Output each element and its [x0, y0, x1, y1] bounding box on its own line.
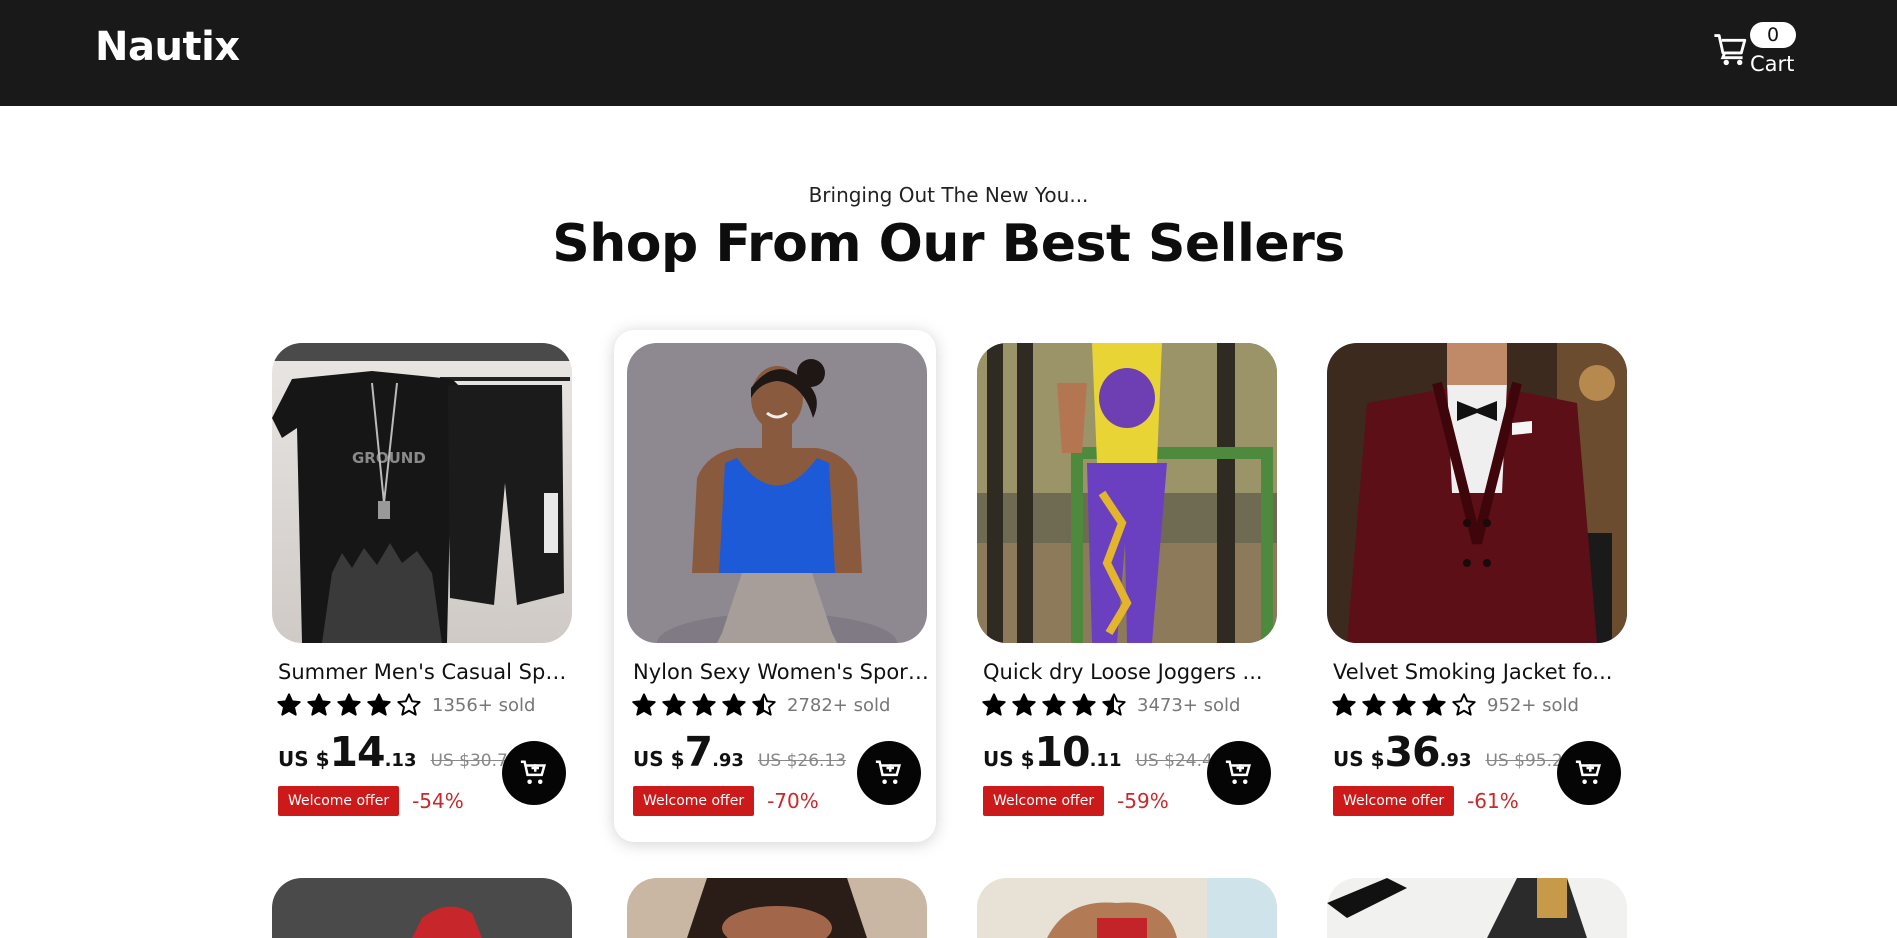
product-image[interactable] [627, 343, 927, 643]
add-to-cart-button[interactable] [502, 741, 566, 805]
rating-stars [1331, 692, 1477, 718]
product-rating: 952+ sold [1331, 690, 1579, 720]
offer-row: Welcome offer -54% [278, 786, 464, 816]
star-full-icon [1362, 693, 1386, 716]
product-card[interactable]: Velvet Smoking Jacket fo... 952+ sold US… [1314, 330, 1636, 842]
product-price: US $ 10 .11 US $24.42 [983, 728, 1224, 778]
product-rating: 2782+ sold [631, 690, 890, 720]
brand-logo[interactable]: Nautix [95, 24, 240, 70]
add-to-cart-icon [1225, 760, 1252, 784]
welcome-offer-badge: Welcome offer [983, 786, 1105, 816]
price-decimal: .13 [384, 750, 417, 771]
price-currency: US $ [278, 747, 330, 771]
star-empty-icon [397, 693, 421, 716]
discount-percent: -54% [412, 789, 464, 813]
product-image-next-row[interactable] [1327, 878, 1627, 938]
product-title[interactable]: Summer Men's Casual Spor... [278, 660, 574, 684]
star-full-icon [1042, 693, 1066, 716]
star-full-icon [1332, 693, 1356, 716]
star-full-icon [982, 693, 1006, 716]
rating-stars [981, 692, 1127, 718]
top-navbar: Nautix 0 Cart [0, 0, 1897, 106]
welcome-offer-badge: Welcome offer [1333, 786, 1455, 816]
offer-row: Welcome offer -70% [633, 786, 819, 816]
sold-count: 1356+ sold [432, 694, 536, 716]
price-decimal: .93 [712, 750, 744, 771]
star-full-icon [632, 693, 656, 716]
cart-label: Cart [1750, 52, 1795, 76]
price-integer: 10 [1034, 728, 1091, 776]
sold-count: 952+ sold [1487, 694, 1579, 716]
product-title[interactable]: Velvet Smoking Jacket fo... [1333, 660, 1629, 684]
cart-button[interactable]: 0 Cart [1712, 22, 1812, 82]
star-full-icon [662, 693, 686, 716]
price-decimal: .93 [1439, 750, 1472, 771]
discount-percent: -61% [1467, 789, 1519, 813]
product-image[interactable] [977, 343, 1277, 643]
welcome-offer-badge: Welcome offer [633, 786, 755, 816]
star-full-icon [307, 693, 331, 716]
add-to-cart-icon [875, 760, 902, 784]
product-image-next-row[interactable] [272, 878, 572, 938]
product-price: US $ 36 .93 US $95.25 [1333, 728, 1574, 778]
product-image-next-row[interactable] [977, 878, 1277, 938]
add-to-cart-button[interactable] [1207, 741, 1271, 805]
cart-count-badge: 0 [1750, 22, 1796, 48]
rating-stars [276, 692, 422, 718]
product-price: US $ 14 .13 US $30.72 [278, 728, 519, 778]
star-full-icon [1392, 693, 1416, 716]
product-title[interactable]: Quick dry Loose Joggers ... [983, 660, 1279, 684]
star-full-icon [692, 693, 716, 716]
add-to-cart-button[interactable] [1557, 741, 1621, 805]
star-half-icon [1102, 693, 1126, 716]
price-integer: 7 [684, 728, 714, 776]
discount-percent: -70% [767, 789, 819, 813]
product-image-next-row[interactable] [627, 878, 927, 938]
cart-icon [1714, 34, 1747, 66]
price-integer: 14 [329, 728, 386, 776]
add-to-cart-icon [520, 760, 547, 784]
sold-count: 2782+ sold [787, 694, 891, 716]
product-image[interactable] [1327, 343, 1627, 643]
section-title: Shop From Our Best Sellers [552, 214, 1345, 274]
product-card[interactable]: GROUND Summer Men's Casual Spor... 1356+… [259, 330, 581, 842]
star-empty-icon [1452, 693, 1476, 716]
add-to-cart-button[interactable] [857, 741, 921, 805]
price-currency: US $ [983, 747, 1035, 771]
product-title[interactable]: Nylon Sexy Women's Sport... [633, 660, 929, 684]
product-rating: 1356+ sold [276, 690, 535, 720]
sold-count: 3473+ sold [1137, 694, 1241, 716]
product-price: US $ 7 .93 US $26.13 [633, 728, 846, 778]
price-decimal: .11 [1089, 750, 1122, 771]
star-full-icon [1012, 693, 1036, 716]
star-full-icon [337, 693, 361, 716]
offer-row: Welcome offer -61% [1333, 786, 1519, 816]
star-full-icon [722, 693, 746, 716]
star-full-icon [1072, 693, 1096, 716]
rating-stars [631, 692, 777, 718]
original-price: US $26.13 [757, 751, 847, 771]
star-full-icon [1422, 693, 1446, 716]
offer-row: Welcome offer -59% [983, 786, 1169, 816]
product-rating: 3473+ sold [981, 690, 1240, 720]
star-full-icon [367, 693, 391, 716]
star-half-icon [752, 693, 776, 716]
section-subtitle: Bringing Out The New You... [808, 183, 1089, 207]
product-image[interactable]: GROUND [272, 343, 572, 643]
add-to-cart-icon [1575, 760, 1602, 784]
product-card[interactable]: Quick dry Loose Joggers ... 3473+ sold U… [964, 330, 1286, 842]
price-currency: US $ [1333, 747, 1385, 771]
welcome-offer-badge: Welcome offer [278, 786, 400, 816]
product-card[interactable]: Nylon Sexy Women's Sport... 2782+ sold U… [614, 330, 936, 842]
price-integer: 36 [1384, 728, 1441, 776]
price-currency: US $ [633, 747, 685, 771]
discount-percent: -59% [1117, 789, 1169, 813]
star-full-icon [277, 693, 301, 716]
